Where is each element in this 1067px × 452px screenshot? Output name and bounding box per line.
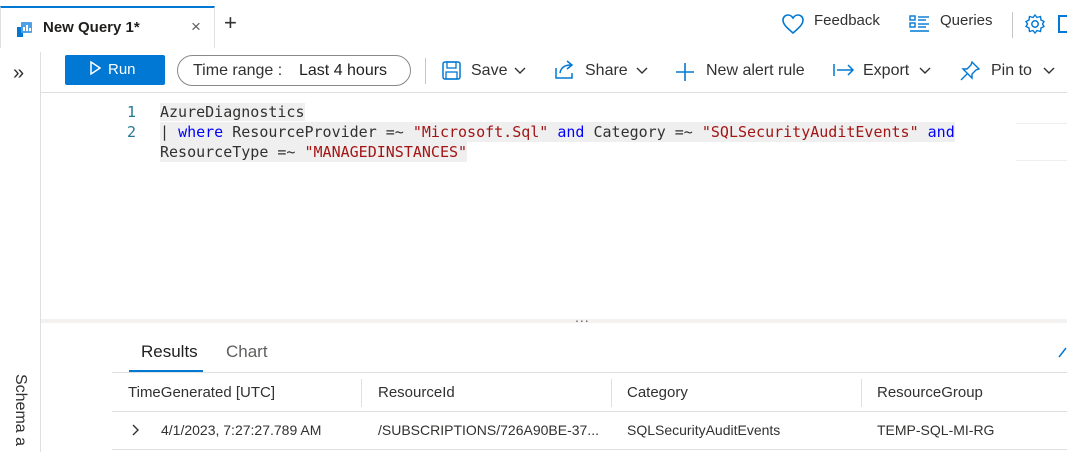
- chevron-down-icon[interactable]: [636, 64, 648, 76]
- results-tab-bar: Results Chart: [112, 332, 1067, 372]
- line-number: 2: [127, 123, 137, 141]
- and-keyword: and: [548, 123, 585, 141]
- pipe-token: |: [160, 123, 179, 141]
- time-range-picker[interactable]: Time range : Last 4 hours: [177, 55, 411, 86]
- new-alert-rule-button[interactable]: New alert rule: [706, 62, 805, 80]
- line-number: 1: [127, 103, 137, 121]
- code-line-2-wrap[interactable]: ResourceType =~ "MANAGEDINSTANCES": [160, 142, 468, 162]
- column-header[interactable]: ResourceGroup: [877, 384, 983, 401]
- play-icon: [90, 61, 101, 75]
- add-tab-button[interactable]: +: [224, 12, 237, 34]
- collapse-results-icon[interactable]: [1058, 346, 1067, 358]
- header-divider: [1012, 12, 1013, 38]
- splitter-grip[interactable]: ...: [575, 309, 590, 325]
- column-header[interactable]: Category: [627, 384, 688, 401]
- table-cell: SQLSecurityAuditEvents: [627, 422, 781, 438]
- code-token: ResourceProvider =~: [223, 123, 413, 141]
- table-cell: 4/1/2023, 7:27:27.789 AM: [161, 422, 322, 438]
- share-icon: [555, 60, 574, 79]
- code-token: Category =~: [584, 123, 702, 141]
- share-button[interactable]: Share: [585, 62, 628, 80]
- plus-icon: [676, 63, 694, 81]
- tab-results[interactable]: Results: [141, 342, 198, 362]
- query-editor[interactable]: 1 2 AzureDiagnostics | where ResourcePro…: [41, 93, 1067, 319]
- column-header[interactable]: ResourceId: [378, 384, 455, 401]
- queries-button[interactable]: Queries: [940, 12, 993, 29]
- column-divider[interactable]: [611, 379, 612, 407]
- run-button-label: Run: [108, 61, 136, 78]
- query-tab[interactable]: New Query 1* ×: [0, 6, 215, 48]
- table-cell: /SUBSCRIPTIONS/726A90BE-37...: [378, 422, 599, 438]
- code-line-2[interactable]: | where ResourceProvider =~ "Microsoft.S…: [160, 122, 955, 142]
- table-row[interactable]: 4/1/2023, 7:27:27.789 AM /SUBSCRIPTIONS/…: [112, 412, 1067, 450]
- time-range-key: Time range :: [193, 62, 283, 79]
- query-toolbar: Run Time range : Last 4 hours Save Share…: [41, 52, 1067, 93]
- expand-schema-icon[interactable]: »: [13, 62, 24, 85]
- code-line-1[interactable]: AzureDiagnostics: [160, 102, 305, 122]
- and-keyword: and: [918, 123, 955, 141]
- tab-chart[interactable]: Chart: [226, 342, 268, 362]
- table-cell: TEMP-SQL-MI-RG: [877, 422, 995, 438]
- tab-bar: New Query 1* × + Feedback Queries: [0, 0, 1067, 52]
- feedback-button[interactable]: Feedback: [814, 12, 880, 29]
- queries-icon: [909, 15, 929, 32]
- chevron-down-icon[interactable]: [514, 64, 526, 76]
- column-divider[interactable]: [861, 379, 862, 407]
- save-icon: [442, 61, 461, 80]
- schema-pane-label[interactable]: Schema a: [11, 374, 29, 446]
- code-token: ResourceType =~: [160, 143, 305, 161]
- table-name-token: AzureDiagnostics: [160, 103, 305, 121]
- query-tab-title: New Query 1*: [43, 19, 140, 36]
- chevron-down-icon[interactable]: [919, 64, 931, 76]
- pin-icon: [960, 61, 980, 81]
- column-divider[interactable]: [361, 379, 362, 407]
- chevron-right-icon[interactable]: [132, 424, 140, 436]
- toolbar-divider: [425, 58, 426, 84]
- current-line-highlight: [1016, 123, 1067, 161]
- string-literal: "MANAGEDINSTANCES": [304, 143, 468, 161]
- heart-icon: [782, 14, 804, 35]
- editor-results-splitter[interactable]: [41, 319, 1067, 323]
- left-rail: » Schema a: [0, 52, 41, 452]
- string-literal: "Microsoft.Sql": [412, 123, 549, 141]
- export-icon: [833, 64, 855, 76]
- close-tab-icon[interactable]: ×: [191, 17, 201, 37]
- log-analytics-icon: [17, 22, 32, 37]
- chevron-down-icon[interactable]: [1043, 64, 1055, 76]
- column-header[interactable]: TimeGenerated [UTC]: [128, 384, 275, 401]
- time-range-value: Last 4 hours: [299, 62, 388, 79]
- save-button[interactable]: Save: [471, 62, 507, 80]
- pin-to-button[interactable]: Pin to: [991, 62, 1032, 80]
- layout-icon[interactable]: [1058, 15, 1067, 33]
- run-button[interactable]: Run: [65, 55, 165, 85]
- where-keyword: where: [178, 123, 224, 141]
- export-button[interactable]: Export: [863, 62, 909, 80]
- string-literal: "SQLSecurityAuditEvents": [701, 123, 919, 141]
- grid-header-row: TimeGenerated [UTC] ResourceId Category …: [112, 372, 1067, 412]
- gear-icon[interactable]: [1024, 13, 1046, 35]
